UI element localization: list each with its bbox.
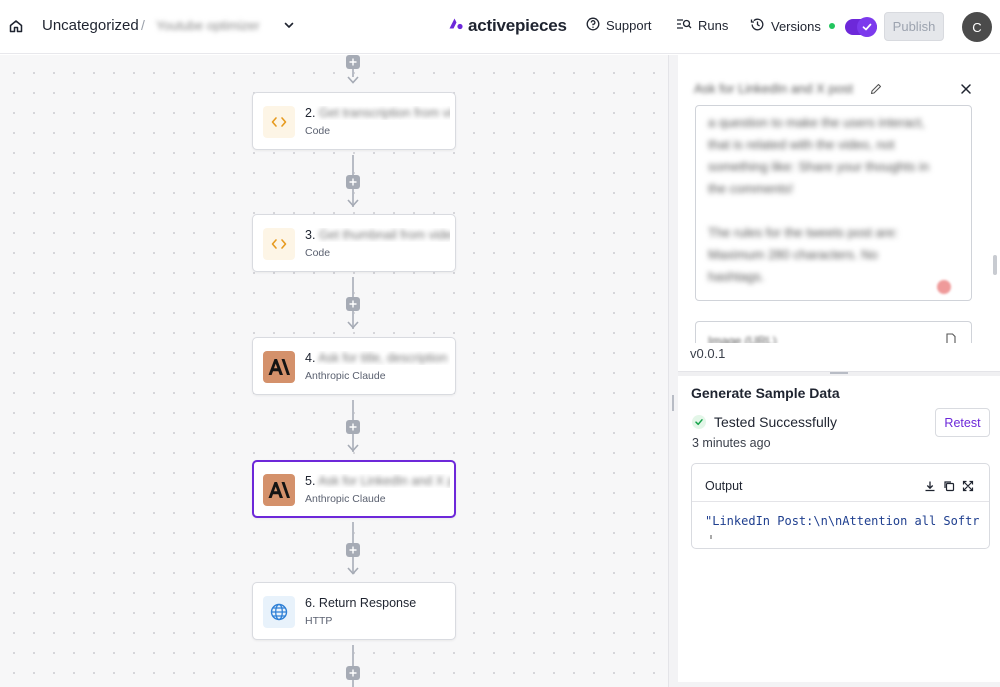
arrow-down-icon: [347, 199, 359, 207]
output-label: Output: [705, 479, 743, 493]
output-scroll-indicator: [710, 535, 712, 539]
support-button[interactable]: Support: [586, 17, 652, 34]
arrow-down-icon: [347, 567, 359, 575]
chevron-down-icon[interactable]: [282, 18, 296, 32]
sample-data-title: Generate Sample Data: [691, 385, 840, 401]
top-bar: Uncategorized / Youtube optimizer active…: [0, 0, 1000, 54]
flow-canvas[interactable]: 2. Get transcription from video Code 3. …: [0, 55, 668, 687]
step-title: 4. Ask for title, description: [305, 351, 450, 365]
step-name: Get thumbnail from video: [318, 228, 450, 242]
versions-label: Versions: [771, 18, 821, 34]
versions-button[interactable]: Versions: [750, 17, 835, 35]
flow-step-5[interactable]: 5. Ask for LinkedIn and X post Anthropic…: [252, 460, 456, 518]
split-grip: [830, 372, 848, 374]
step-title: 3. Get thumbnail from video: [305, 228, 450, 242]
add-step-button[interactable]: [346, 55, 360, 69]
home-icon[interactable]: [6, 16, 26, 36]
breadcrumb-separator: /: [141, 17, 145, 33]
flow-enabled-toggle[interactable]: [845, 17, 877, 37]
piece-version: v0.0.1: [690, 346, 726, 361]
test-status: Tested Successfully: [692, 414, 837, 430]
add-step-button[interactable]: [346, 175, 360, 189]
output-header: Output: [692, 464, 989, 502]
output-viewer: Output "LinkedIn Post:\n\nAttention all …: [691, 463, 990, 549]
step-number: 6.: [305, 596, 316, 610]
add-step-button[interactable]: [346, 543, 360, 557]
flow-step-2[interactable]: 2. Get transcription from video Code: [252, 92, 456, 150]
step-name: Ask for title, description: [318, 351, 448, 365]
step-type: Anthropic Claude: [305, 370, 386, 382]
download-icon[interactable]: [924, 479, 936, 492]
logo: activepieces: [448, 15, 567, 36]
copy-icon[interactable]: [943, 479, 955, 492]
step-name: Get transcription from video: [318, 106, 450, 120]
step-number: 4.: [305, 351, 316, 365]
code-icon: [263, 106, 295, 138]
published-status-dot: [828, 23, 835, 29]
add-step-button[interactable]: [346, 666, 360, 680]
step-settings-title: Ask for LinkedIn and X post: [694, 81, 853, 96]
image-url-label: Image (URL): [708, 334, 777, 343]
anthropic-icon: [263, 351, 295, 383]
flow-step-4[interactable]: 4. Ask for title, description Anthropic …: [252, 337, 456, 395]
resize-grip: [672, 395, 674, 411]
image-url-field[interactable]: Image (URL): [695, 321, 972, 343]
prompt-text: a question to make the users interact, t…: [708, 115, 930, 284]
step-title: 6. Return Response: [305, 596, 450, 610]
recording-indicator-icon: [937, 280, 951, 294]
list-search-icon: [676, 17, 692, 34]
prompt-textarea[interactable]: a question to make the users interact, t…: [695, 105, 972, 301]
step-type: Anthropic Claude: [305, 493, 386, 505]
pencil-icon[interactable]: [870, 82, 882, 95]
test-timestamp: 3 minutes ago: [692, 436, 771, 450]
history-icon: [750, 17, 765, 35]
flow-name[interactable]: Youtube optimizer: [156, 18, 260, 33]
file-icon[interactable]: [945, 332, 957, 343]
avatar[interactable]: C: [962, 12, 992, 42]
step-title: 5. Ask for LinkedIn and X post: [305, 474, 450, 488]
flow-step-6[interactable]: 6. Return Response HTTP: [252, 582, 456, 640]
arrow-down-icon: [347, 321, 359, 329]
runs-button[interactable]: Runs: [676, 17, 728, 34]
help-circle-icon: [586, 17, 600, 34]
globe-icon: [263, 596, 295, 628]
logo-text: activepieces: [468, 15, 567, 35]
close-icon[interactable]: [960, 82, 972, 94]
add-step-button[interactable]: [346, 297, 360, 311]
step-number: 3.: [305, 228, 316, 242]
code-icon: [263, 228, 295, 260]
panel-resize-handle[interactable]: [668, 55, 678, 687]
support-label: Support: [606, 18, 652, 33]
retest-button[interactable]: Retest: [935, 408, 990, 437]
step-type: Code: [305, 125, 331, 137]
step-number: 5.: [305, 474, 316, 488]
step-name: Return Response: [318, 596, 417, 610]
publish-button[interactable]: Publish: [884, 12, 944, 41]
step-title: 2. Get transcription from video: [305, 106, 450, 120]
vertical-split-handle[interactable]: [678, 371, 1000, 376]
check-circle-icon: [692, 415, 706, 429]
anthropic-icon: [263, 474, 295, 506]
test-status-label: Tested Successfully: [714, 414, 837, 430]
step-name: Ask for LinkedIn and X post: [318, 474, 450, 488]
step-type: HTTP: [305, 615, 333, 627]
panel-footer: [678, 682, 1000, 687]
breadcrumb-folder[interactable]: Uncategorized: [42, 17, 139, 34]
activepieces-logo-icon: [448, 15, 464, 36]
expand-icon[interactable]: [962, 479, 974, 492]
flow-step-3[interactable]: 3. Get thumbnail from video Code: [252, 214, 456, 272]
step-type: Code: [305, 247, 331, 259]
step-settings-panel: Ask for LinkedIn and X post a question t…: [678, 55, 1000, 687]
arrow-down-icon: [347, 76, 359, 84]
step-number: 2.: [305, 106, 316, 120]
panel-scrollbar[interactable]: [993, 255, 997, 275]
runs-label: Runs: [698, 18, 729, 33]
arrow-down-icon: [347, 444, 359, 452]
add-step-button[interactable]: [346, 420, 360, 434]
output-json[interactable]: "LinkedIn Post:\n\nAttention all Softr: [705, 514, 985, 528]
toggle-check-icon: [857, 17, 877, 37]
